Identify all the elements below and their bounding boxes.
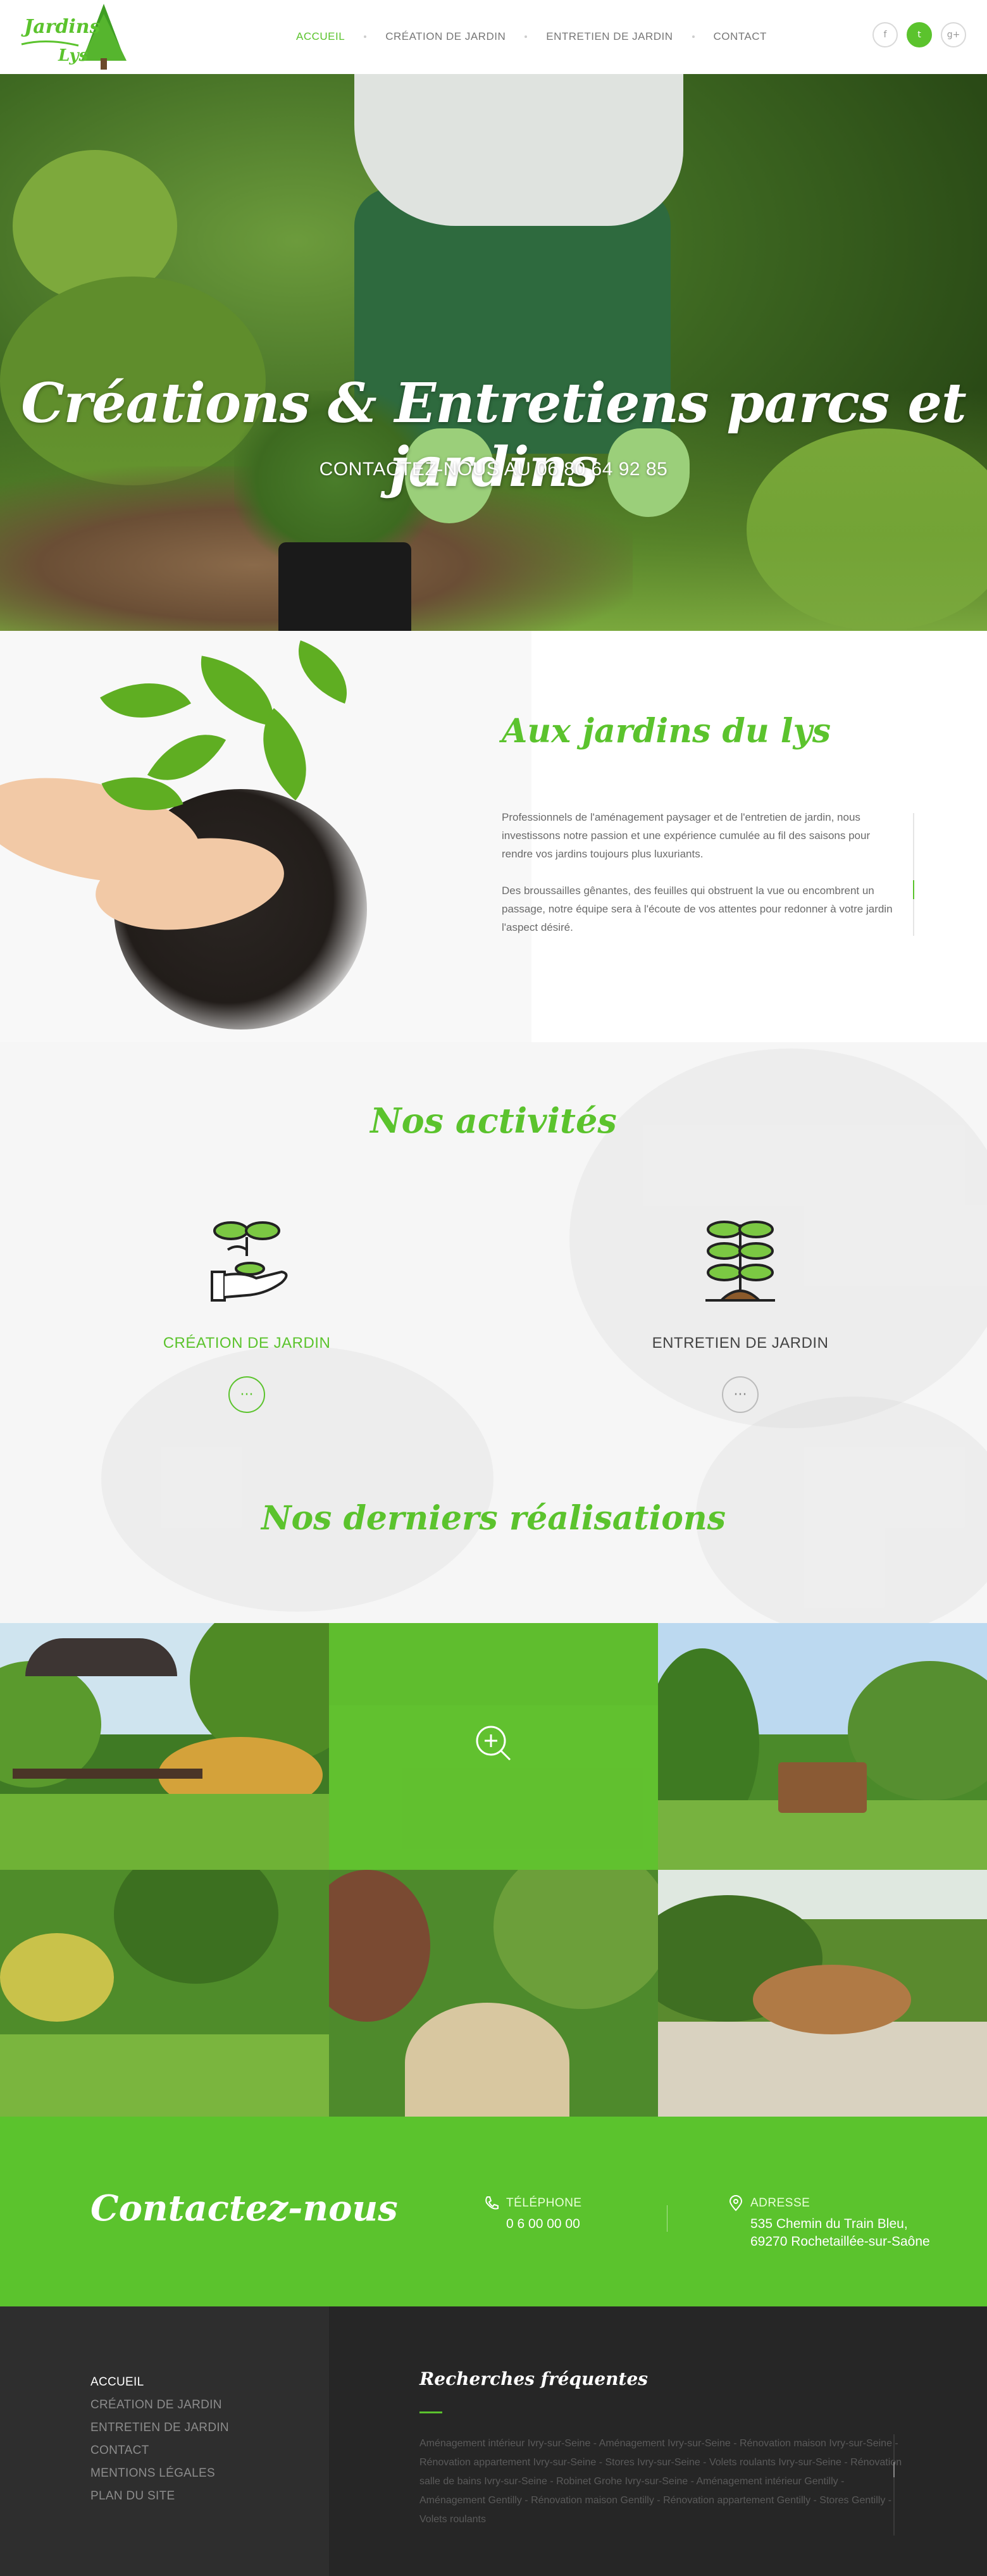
nav-separator [692,35,695,38]
footer-menu: ACCUEIL CRÉATION DE JARDIN ENTRETIEN DE … [90,2371,229,2508]
contact-band: Contactez-nous TÉLÉPHONE 0 6 00 00 00 AD… [0,2117,987,2306]
realisations-gallery [0,1623,987,2117]
activities-title: Nos activités [370,1100,617,1141]
activity-entretien[interactable]: ENTRETIEN DE JARDIN ··· [607,1212,873,1413]
gallery-tile[interactable] [329,1870,658,2117]
more-button[interactable]: ··· [228,1376,265,1413]
site-footer: ACCUEIL CRÉATION DE JARDIN ENTRETIEN DE … [0,2306,987,2576]
activity-creation[interactable]: CRÉATION DE JARDIN ··· [114,1212,380,1413]
nav-separator [525,35,528,38]
seedling-leaf [100,659,191,742]
activity-label[interactable]: CRÉATION DE JARDIN [114,1335,380,1352]
phone-label: TÉLÉPHONE [483,2195,582,2212]
about-title: Aux jardins du lys [502,712,831,750]
gardener-shirt [354,74,683,226]
svg-text:Lys: Lys [58,46,88,65]
umbrella [25,1638,177,1676]
patio-table [753,1965,911,2034]
gallery-tile[interactable] [658,1623,987,1870]
hand-seedling-icon [199,1212,294,1307]
footer-link-mentions[interactable]: MENTIONS LÉGALES [90,2462,229,2485]
seedling-leaf [285,640,360,704]
hero-phone-cta[interactable]: CONTACTEZ-NOUS AU 06 80 64 92 85 [0,459,987,480]
main-nav: ACCUEIL CRÉATION DE JARDIN ENTRETIEN DE … [296,28,767,46]
gallery-tile-hover[interactable] [329,1623,658,1870]
footer-link-accueil[interactable]: ACCUEIL [90,2371,229,2394]
logo-image: Jardins Lys [21,4,127,70]
contact-title: Contactez-nous [90,2187,398,2229]
nav-separator [364,35,367,38]
address-line: 69270 Rochetaillée-sur-Saône [750,2234,930,2249]
tile-tree [0,1933,114,2022]
facebook-icon[interactable]: f [872,22,898,47]
google-plus-icon[interactable]: g+ [941,22,966,47]
seedling-leaf [237,707,332,801]
social-links: f t g+ [872,22,966,47]
sprout-icon [693,1212,788,1307]
twitter-icon[interactable]: t [907,22,932,47]
address-line: 535 Chemin du Train Bleu, [750,2217,908,2231]
frequent-searches[interactable]: Aménagement intérieur Ivry-sur-Seine - A… [419,2434,907,2529]
gallery-tile[interactable] [658,1870,987,2117]
gallery-tile[interactable] [0,1623,329,1870]
searches-scroll-thumb[interactable] [893,2462,895,2477]
activities-section: Nos activités CRÉATION DE JARDIN ··· ENT… [0,1042,987,1623]
phone-block[interactable]: TÉLÉPHONE 0 6 00 00 00 [483,2195,582,2233]
about-paragraph: Des broussailles gênantes, des feuilles … [502,885,893,933]
svg-text:Jardins: Jardins [21,16,101,38]
address-block: ADRESSE 535 Chemin du Train Bleu, 69270 … [728,2195,930,2251]
phone-value[interactable]: 0 6 00 00 00 [483,2215,582,2233]
address-label: ADRESSE [728,2195,930,2212]
plant-pot [278,542,411,631]
footer-link-contact[interactable]: CONTACT [90,2439,229,2462]
hero-banner: Créations & Entretiens parcs et jardins … [0,74,987,631]
about-image [0,631,531,1042]
nav-accueil[interactable]: ACCUEIL [296,30,345,43]
title-underline [419,2411,442,2413]
more-button[interactable]: ··· [722,1376,759,1413]
footer-link-entretien[interactable]: ENTRETIEN DE JARDIN [90,2417,229,2439]
nav-entretien-jardin[interactable]: ENTRETIEN DE JARDIN [546,30,673,43]
footer-link-plan[interactable]: PLAN DU SITE [90,2485,229,2508]
garden-path [405,2003,569,2117]
about-paragraph: Professionnels de l'aménagement paysager… [502,811,871,860]
zoom-icon[interactable] [475,1724,512,1762]
phone-icon [485,2196,499,2210]
tile-lawn [0,2034,329,2117]
phone-label-text: TÉLÉPHONE [506,2196,582,2210]
about-text: Professionnels de l'aménagement paysager… [502,808,900,936]
table [13,1769,202,1779]
tile-tree [329,1870,430,2022]
about-scrollbar[interactable] [913,813,914,936]
tile-lawn [0,1794,329,1870]
gallery-tile[interactable] [0,1870,329,2117]
logo[interactable]: Jardins Lys [9,0,135,74]
activity-label[interactable]: ENTRETIEN DE JARDIN [607,1335,873,1352]
realisations-title: Nos derniers réalisations [261,1499,726,1538]
nav-creation-jardin[interactable]: CRÉATION DE JARDIN [385,30,506,43]
nav-contact[interactable]: CONTACT [714,30,767,43]
search-title: Recherches fréquentes [419,2368,649,2389]
about-scroll-thumb[interactable] [913,880,914,899]
tile-tree [494,1870,658,2009]
about-section: Aux jardins du lys Professionnels de l'a… [0,631,987,1042]
address-label-text: ADRESSE [750,2196,810,2210]
tile-lawn [658,2022,987,2117]
tile-tree [114,1870,278,1984]
patio-table [778,1762,867,1813]
searches-scrollbar[interactable] [893,2434,895,2536]
footer-link-creation[interactable]: CRÉATION DE JARDIN [90,2394,229,2417]
location-pin-icon [729,2195,743,2212]
site-header: Jardins Lys ACCUEIL CRÉATION DE JARDIN E… [0,0,987,74]
